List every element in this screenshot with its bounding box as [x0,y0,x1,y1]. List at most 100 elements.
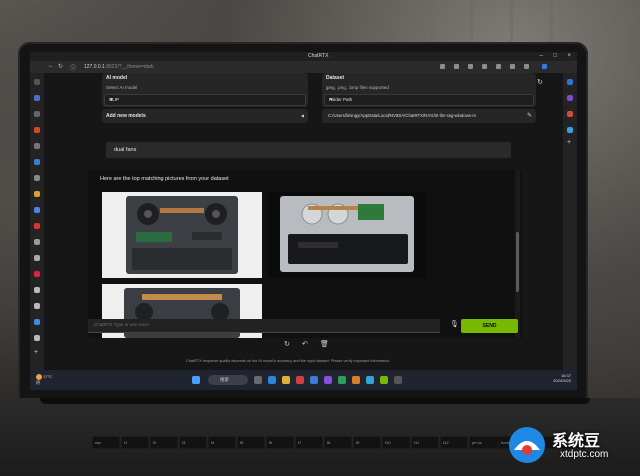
keyboard-key[interactable]: f3 [179,436,207,449]
app-icon[interactable] [352,376,360,384]
tab-icon[interactable] [34,111,40,117]
edit-icon[interactable]: ✎ [527,112,532,119]
user-query-bubble: dual fans [106,142,511,158]
dataset-path-row: C:/Users/limingy/AppData/Local/NVIDIA/Ch… [322,109,536,123]
app-icon[interactable] [338,376,346,384]
windows-taskbar: 17°C 阴 搜索 16:37 2024/3/20 [30,370,577,390]
keyboard-key[interactable]: prt sc [469,436,499,449]
keyboard-key[interactable]: f10 [382,436,410,449]
refresh-dataset-icon[interactable]: ↻ [537,78,543,86]
nvidia-icon[interactable] [380,376,388,384]
chat-input[interactable]: ChatRTX Type or use voice [88,319,440,333]
profile-icon[interactable] [510,64,515,69]
maximize-icon[interactable]: □ [553,53,557,59]
github-icon[interactable] [34,335,40,341]
search-icon[interactable] [567,79,573,85]
regenerate-icon[interactable]: ↻ [284,340,290,348]
edge-icon[interactable] [366,376,374,384]
ai-model-select[interactable]: CLIP ▼ [104,94,306,106]
keyboard-key-label: f12 [443,440,449,445]
app-icon[interactable] [268,376,276,384]
tab-icon[interactable] [34,143,40,149]
dataset-sublabel: jpeg, .png, .bmp files supported [326,85,389,90]
info-icon[interactable]: ⓘ [70,63,76,72]
app-icon[interactable] [394,376,402,384]
watermark-url: xtdptc.com [560,449,609,460]
tab-icon[interactable] [34,223,40,229]
tab-icon[interactable] [34,271,40,277]
keyboard-key[interactable]: f9 [353,436,381,449]
tab-icon[interactable] [34,175,40,181]
dataset-source-select[interactable]: Folder Path ▼ [324,94,534,106]
result-image[interactable] [102,192,262,278]
user-query-text: dual fans [114,147,137,153]
window-titlebar: ChatRTX – □ × [30,52,577,61]
outlook-icon[interactable] [567,127,573,133]
window-title: ChatRTX [308,53,329,59]
add-tab-icon[interactable]: + [34,349,40,356]
keyboard-key[interactable]: f8 [324,436,352,449]
tab-icon[interactable] [34,95,40,101]
laptop-screen: ChatRTX – □ × ← ↻ ⓘ 127.0.0.1:8622/?__th… [30,52,577,390]
keyboard-key-label: prt sc [472,440,482,445]
add-models-row[interactable]: Add new models ◀ [102,109,308,123]
keyboard-key[interactable]: f11 [411,436,439,449]
collections-icon[interactable] [496,64,501,69]
tools-icon[interactable] [567,95,573,101]
tab-icon[interactable] [34,255,40,261]
clock-date: 2024/3/20 [553,378,571,383]
copilot-icon[interactable] [542,64,547,69]
keyboard-key[interactable]: f5 [237,436,265,449]
keyboard-key[interactable]: esc [92,436,120,449]
keyboard-key[interactable]: f7 [295,436,323,449]
app-icon[interactable] [296,376,304,384]
refresh-icon[interactable]: ↻ [58,63,63,70]
tab-icon[interactable] [34,319,40,325]
send-button-label: SEND [482,323,497,329]
keyboard-key-label: esc [95,440,102,445]
weather-desc: 阴 [36,380,40,385]
undo-icon[interactable]: ↶ [302,340,308,348]
scrollbar-thumb[interactable] [516,232,519,292]
github-icon[interactable] [34,303,40,309]
weather-widget[interactable]: 17°C 阴 [36,374,52,385]
folder-icon[interactable] [282,376,290,384]
favorites-icon[interactable] [482,64,487,69]
app-icon[interactable] [310,376,318,384]
taskbar-clock[interactable]: 16:37 2024/3/20 [553,373,571,383]
keyboard-key-label: f7 [298,440,302,445]
keyboard-key[interactable]: f1 [121,436,149,449]
tab-icon[interactable] [34,79,40,85]
microphone-icon[interactable]: 🎙 [450,320,459,328]
extension-icon[interactable] [440,64,445,69]
tab-icon[interactable] [34,239,40,245]
keyboard-key-label: f2 [153,440,157,445]
add-icon[interactable]: + [567,139,573,146]
settings-icon[interactable] [524,64,529,69]
send-button[interactable]: SEND [461,319,518,333]
weather-temp: 17°C [43,374,53,380]
keyboard-key[interactable]: f2 [150,436,178,449]
tab-icon[interactable] [34,207,40,213]
taskbar-search[interactable]: 搜索 [208,375,248,385]
extension-icon[interactable] [454,64,459,69]
delete-icon[interactable]: 🗑 [320,340,329,348]
tab-icon[interactable] [34,191,40,197]
back-icon[interactable]: ← [48,63,54,69]
result-image[interactable] [268,192,426,278]
close-icon[interactable]: × [567,53,571,59]
extension-icon[interactable] [468,64,473,69]
keyboard-key[interactable]: f4 [208,436,236,449]
keyboard-key[interactable]: f6 [266,436,294,449]
keyboard-key[interactable]: f12 [440,436,468,449]
url-field[interactable]: 127.0.0.1:8622/?__theme=dark [84,64,154,70]
tab-icon[interactable] [34,159,40,165]
app-icon[interactable] [324,376,332,384]
keyboard-key-label: f4 [211,440,215,445]
apps-icon[interactable] [567,111,573,117]
minimize-icon[interactable]: – [540,53,543,59]
tab-icon[interactable] [34,127,40,133]
github-icon[interactable] [34,287,40,293]
start-icon[interactable] [192,376,200,384]
app-icon[interactable] [254,376,262,384]
